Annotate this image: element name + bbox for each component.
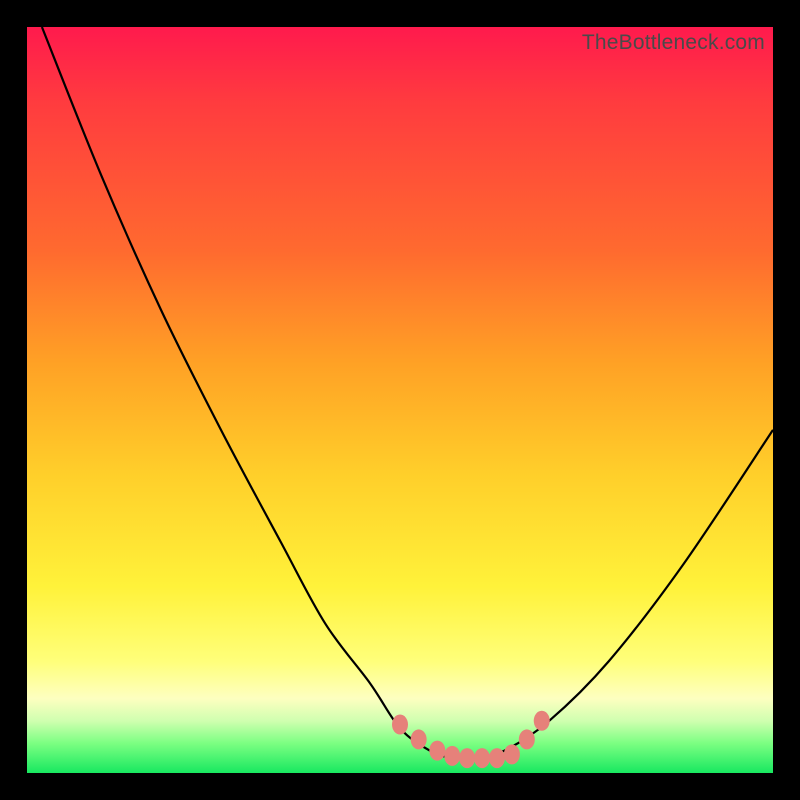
floor-marker: [504, 744, 520, 764]
floor-marker: [392, 715, 408, 735]
bottleneck-curve: [42, 27, 773, 759]
chart-svg: [27, 27, 773, 773]
floor-marker: [459, 748, 475, 768]
floor-markers: [392, 711, 550, 768]
chart-frame: TheBottleneck.com: [0, 0, 800, 800]
floor-marker: [474, 748, 490, 768]
floor-marker: [489, 748, 505, 768]
floor-marker: [519, 729, 535, 749]
plot-area: TheBottleneck.com: [27, 27, 773, 773]
floor-marker: [429, 741, 445, 761]
floor-marker: [534, 711, 550, 731]
floor-marker: [411, 729, 427, 749]
watermark-text: TheBottleneck.com: [582, 31, 765, 55]
floor-marker: [444, 746, 460, 766]
